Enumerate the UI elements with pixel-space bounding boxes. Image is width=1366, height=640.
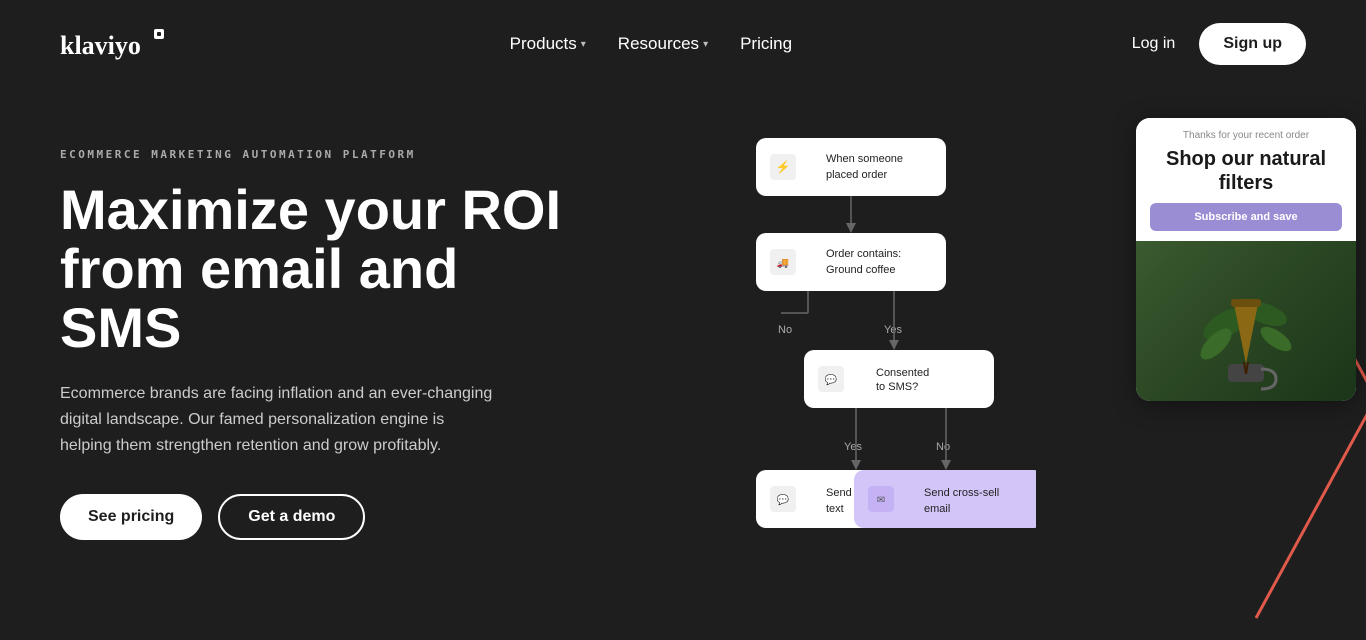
svg-text:Send cross-sell: Send cross-sell: [924, 487, 999, 499]
email-product-image: [1136, 241, 1356, 401]
nav-products[interactable]: Products ▾: [510, 34, 586, 54]
hero-title: Maximize your ROI from email and SMS: [60, 181, 580, 357]
flow-diagram: ⚡ When someone placed order 🚚 Order cont…: [726, 138, 1036, 640]
svg-text:email: email: [924, 503, 950, 515]
chevron-down-icon: ▾: [581, 39, 586, 50]
logo[interactable]: klaviyo: [60, 26, 170, 62]
login-button[interactable]: Log in: [1132, 35, 1176, 53]
svg-text:No: No: [936, 441, 950, 453]
svg-text:When someone: When someone: [826, 153, 903, 165]
chevron-down-icon: ▾: [703, 39, 708, 50]
svg-text:Order contains:: Order contains:: [826, 248, 901, 260]
svg-text:Ground coffee: Ground coffee: [826, 264, 896, 276]
hero-description: Ecommerce brands are facing inflation an…: [60, 381, 500, 458]
nav-actions: Log in Sign up: [1132, 23, 1306, 65]
svg-text:Yes: Yes: [884, 324, 902, 336]
svg-text:placed order: placed order: [826, 169, 887, 181]
svg-text:🚚: 🚚: [777, 258, 789, 269]
nav-links: Products ▾ Resources ▾ Pricing: [510, 34, 792, 54]
see-pricing-button[interactable]: See pricing: [60, 494, 202, 540]
hero-visual: Thanks for your recent order Shop our na…: [706, 108, 1366, 640]
svg-text:text: text: [826, 503, 844, 515]
get-demo-button[interactable]: Get a demo: [218, 494, 365, 540]
svg-text:💬: 💬: [777, 493, 790, 506]
svg-text:💬: 💬: [825, 373, 838, 386]
email-title: Shop our natural filters: [1136, 147, 1356, 203]
svg-text:to SMS?: to SMS?: [876, 381, 918, 393]
hero-text: ECOMMERCE MARKETING AUTOMATION PLATFORM …: [60, 128, 580, 540]
svg-text:No: No: [778, 324, 792, 336]
hero-buttons: See pricing Get a demo: [60, 494, 580, 540]
email-preview-card: Thanks for your recent order Shop our na…: [1136, 118, 1356, 401]
svg-text:✉: ✉: [877, 495, 885, 506]
nav-pricing[interactable]: Pricing: [740, 34, 792, 54]
svg-text:⚡: ⚡: [776, 160, 791, 174]
email-header-text: Thanks for your recent order: [1136, 118, 1356, 147]
signup-button[interactable]: Sign up: [1199, 23, 1306, 65]
svg-text:Consented: Consented: [876, 367, 929, 379]
navigation: klaviyo Products ▾ Resources ▾ Pricing L…: [0, 0, 1366, 88]
hero-section: ECOMMERCE MARKETING AUTOMATION PLATFORM …: [0, 88, 1366, 640]
hero-eyebrow: ECOMMERCE MARKETING AUTOMATION PLATFORM: [60, 148, 580, 161]
svg-text:Yes: Yes: [844, 441, 862, 453]
svg-text:klaviyo: klaviyo: [60, 31, 141, 60]
email-cta-button[interactable]: Subscribe and save: [1150, 203, 1342, 231]
nav-resources[interactable]: Resources ▾: [618, 34, 708, 54]
